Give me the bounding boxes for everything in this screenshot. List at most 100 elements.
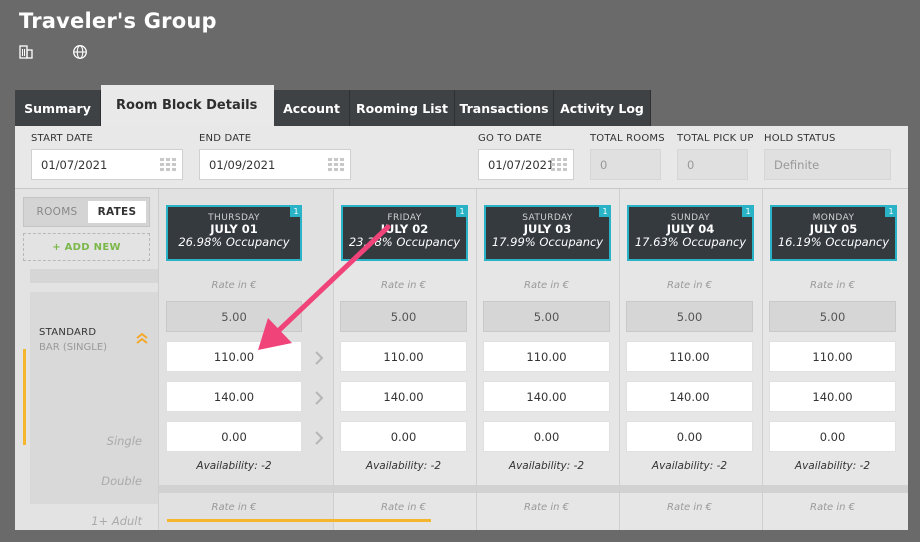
adult-rate-input[interactable]: 0.00: [166, 421, 302, 452]
hold-status-field[interactable]: Definite: [764, 149, 891, 180]
start-date-value: 01/07/2021: [41, 157, 108, 172]
rate-currency-label: Rate in €: [381, 502, 426, 513]
total-rooms-value: 0: [600, 157, 608, 172]
rate-currency-label: Rate in €: [381, 280, 426, 291]
day-column: 1 FRIDAY JULY 02 23.38% Occupancy Rate i…: [333, 189, 476, 530]
row-separator: [334, 485, 476, 493]
rate-currency-label: Rate in €: [667, 280, 712, 291]
single-rate-input[interactable]: 110.00: [483, 341, 610, 372]
single-rate-input[interactable]: 110.00: [340, 341, 467, 372]
availability-text: Availability: -2: [508, 460, 585, 472]
day-column: 1 SUNDAY JULY 04 17.63% Occupancy Rate i…: [619, 189, 762, 530]
availability-text: Availability: -2: [365, 460, 442, 472]
tab-label: Transactions: [459, 100, 549, 116]
tab-room-block-details[interactable]: Room Block Details: [101, 85, 351, 126]
base-rate-cell: 5.00: [626, 301, 753, 332]
day-header[interactable]: 1 SATURDAY JULY 03 17.99% Occupancy: [484, 205, 611, 261]
total-pick-up-field: 0: [677, 149, 748, 180]
go-to-date-field[interactable]: 01/07/2021: [478, 149, 574, 180]
highlight-underline: [167, 519, 431, 522]
start-date-field[interactable]: 01/07/2021: [31, 149, 183, 180]
day-header[interactable]: 1 MONDAY JULY 05 16.19% Occupancy: [770, 205, 897, 261]
building-icon[interactable]: [18, 44, 34, 60]
calendar-icon[interactable]: [160, 158, 176, 172]
tab-label: Summary: [24, 100, 91, 116]
rate-currency-label: Rate in €: [810, 502, 855, 513]
adult-rate-input[interactable]: 0.00: [340, 421, 467, 452]
base-rate-cell: 5.00: [166, 301, 302, 332]
tab-summary[interactable]: Summary: [15, 90, 101, 126]
add-new-button[interactable]: + ADD NEW: [23, 233, 150, 261]
double-rate-input[interactable]: 140.00: [483, 381, 610, 412]
single-rate-input[interactable]: 110.00: [166, 341, 302, 372]
base-rate-cell: 5.00: [483, 301, 610, 332]
hold-status-value: Definite: [774, 157, 820, 172]
globe-icon[interactable]: [72, 44, 88, 60]
collapse-chevrons-icon[interactable]: [135, 331, 149, 345]
calendar-icon[interactable]: [551, 158, 567, 172]
double-rate-input[interactable]: 140.00: [166, 381, 302, 412]
go-to-date-label: GO TO DATE: [478, 133, 542, 144]
copy-right-arrow-icon[interactable]: [314, 391, 324, 405]
rooms-rates-toggle: ROOMS RATES: [23, 197, 150, 227]
end-date-field[interactable]: 01/09/2021: [199, 149, 351, 180]
day-badge: 1: [742, 205, 754, 217]
room-type-block: [30, 292, 158, 504]
day-header[interactable]: 1 THURSDAY JULY 01 26.98% Occupancy: [166, 205, 302, 261]
end-date-value: 01/09/2021: [209, 157, 276, 172]
end-date-label: END DATE: [199, 133, 252, 144]
occupancy-label-single: Single: [106, 434, 142, 448]
occupancy-label-adult: 1+ Adult: [91, 514, 142, 528]
rate-currency-label: Rate in €: [211, 502, 257, 513]
single-rate-input[interactable]: 110.00: [769, 341, 896, 372]
row-separator: [763, 485, 908, 493]
double-rate-input[interactable]: 140.00: [769, 381, 896, 412]
hold-status-label: HOLD STATUS: [764, 133, 836, 144]
adult-rate-input[interactable]: 0.00: [769, 421, 896, 452]
availability-text: Availability: -2: [794, 460, 871, 472]
rates-grid: ROOMS RATES + ADD NEW STANDARD BAR (SING…: [15, 188, 908, 530]
day-badge: 1: [456, 205, 468, 217]
toggle-rooms[interactable]: ROOMS: [28, 201, 86, 223]
app-title: Traveler's Group: [19, 9, 217, 33]
tab-activity-log[interactable]: Activity Log: [554, 90, 651, 126]
base-rate-cell: 5.00: [769, 301, 896, 332]
single-rate-input[interactable]: 110.00: [626, 341, 753, 372]
tab-label: Room Block Details: [116, 98, 258, 113]
day-badge: 1: [885, 205, 897, 217]
day-occupancy: 16.19% Occupancy: [777, 235, 890, 249]
start-date-label: START DATE: [31, 133, 94, 144]
rate-currency-label: Rate in €: [524, 502, 569, 513]
copy-right-arrow-icon[interactable]: [314, 431, 324, 445]
day-occupancy: 26.98% Occupancy: [178, 235, 290, 249]
day-occupancy: 23.38% Occupancy: [348, 235, 461, 249]
day-badge: 1: [290, 205, 302, 217]
adult-rate-input[interactable]: 0.00: [483, 421, 610, 452]
double-rate-input[interactable]: 140.00: [626, 381, 753, 412]
total-pick-up-value: 0: [687, 157, 695, 172]
calendar-icon[interactable]: [328, 158, 344, 172]
rate-currency-label: Rate in €: [667, 502, 712, 513]
availability-text: Availability: -2: [651, 460, 728, 472]
day-column: 1 MONDAY JULY 05 16.19% Occupancy Rate i…: [762, 189, 908, 530]
tab-label: Activity Log: [560, 100, 644, 116]
rate-currency-label: Rate in €: [524, 280, 569, 291]
toggle-rates[interactable]: RATES: [88, 201, 146, 223]
room-indicator-bar: [23, 349, 26, 445]
tab-transactions[interactable]: Transactions: [455, 90, 554, 126]
double-rate-input[interactable]: 140.00: [340, 381, 467, 412]
tab-rooming-list[interactable]: Rooming List: [350, 90, 455, 126]
adult-rate-input[interactable]: 0.00: [626, 421, 753, 452]
day-header[interactable]: 1 FRIDAY JULY 02 23.38% Occupancy: [341, 205, 468, 261]
row-separator: [620, 485, 762, 493]
tab-label: Account: [283, 100, 340, 116]
row-separator: [159, 485, 333, 493]
go-to-date-value: 01/07/2021: [488, 157, 555, 172]
tab-account[interactable]: Account: [274, 90, 350, 126]
tab-label: Rooming List: [356, 100, 448, 116]
total-pick-up-label: TOTAL PICK UP: [677, 133, 754, 144]
occupancy-label-double: Double: [101, 474, 142, 488]
day-header[interactable]: 1 SUNDAY JULY 04 17.63% Occupancy: [627, 205, 754, 261]
copy-right-arrow-icon[interactable]: [314, 351, 324, 365]
room-block-panel: START DATE 01/07/2021 END DATE 01/09/202…: [15, 126, 908, 530]
